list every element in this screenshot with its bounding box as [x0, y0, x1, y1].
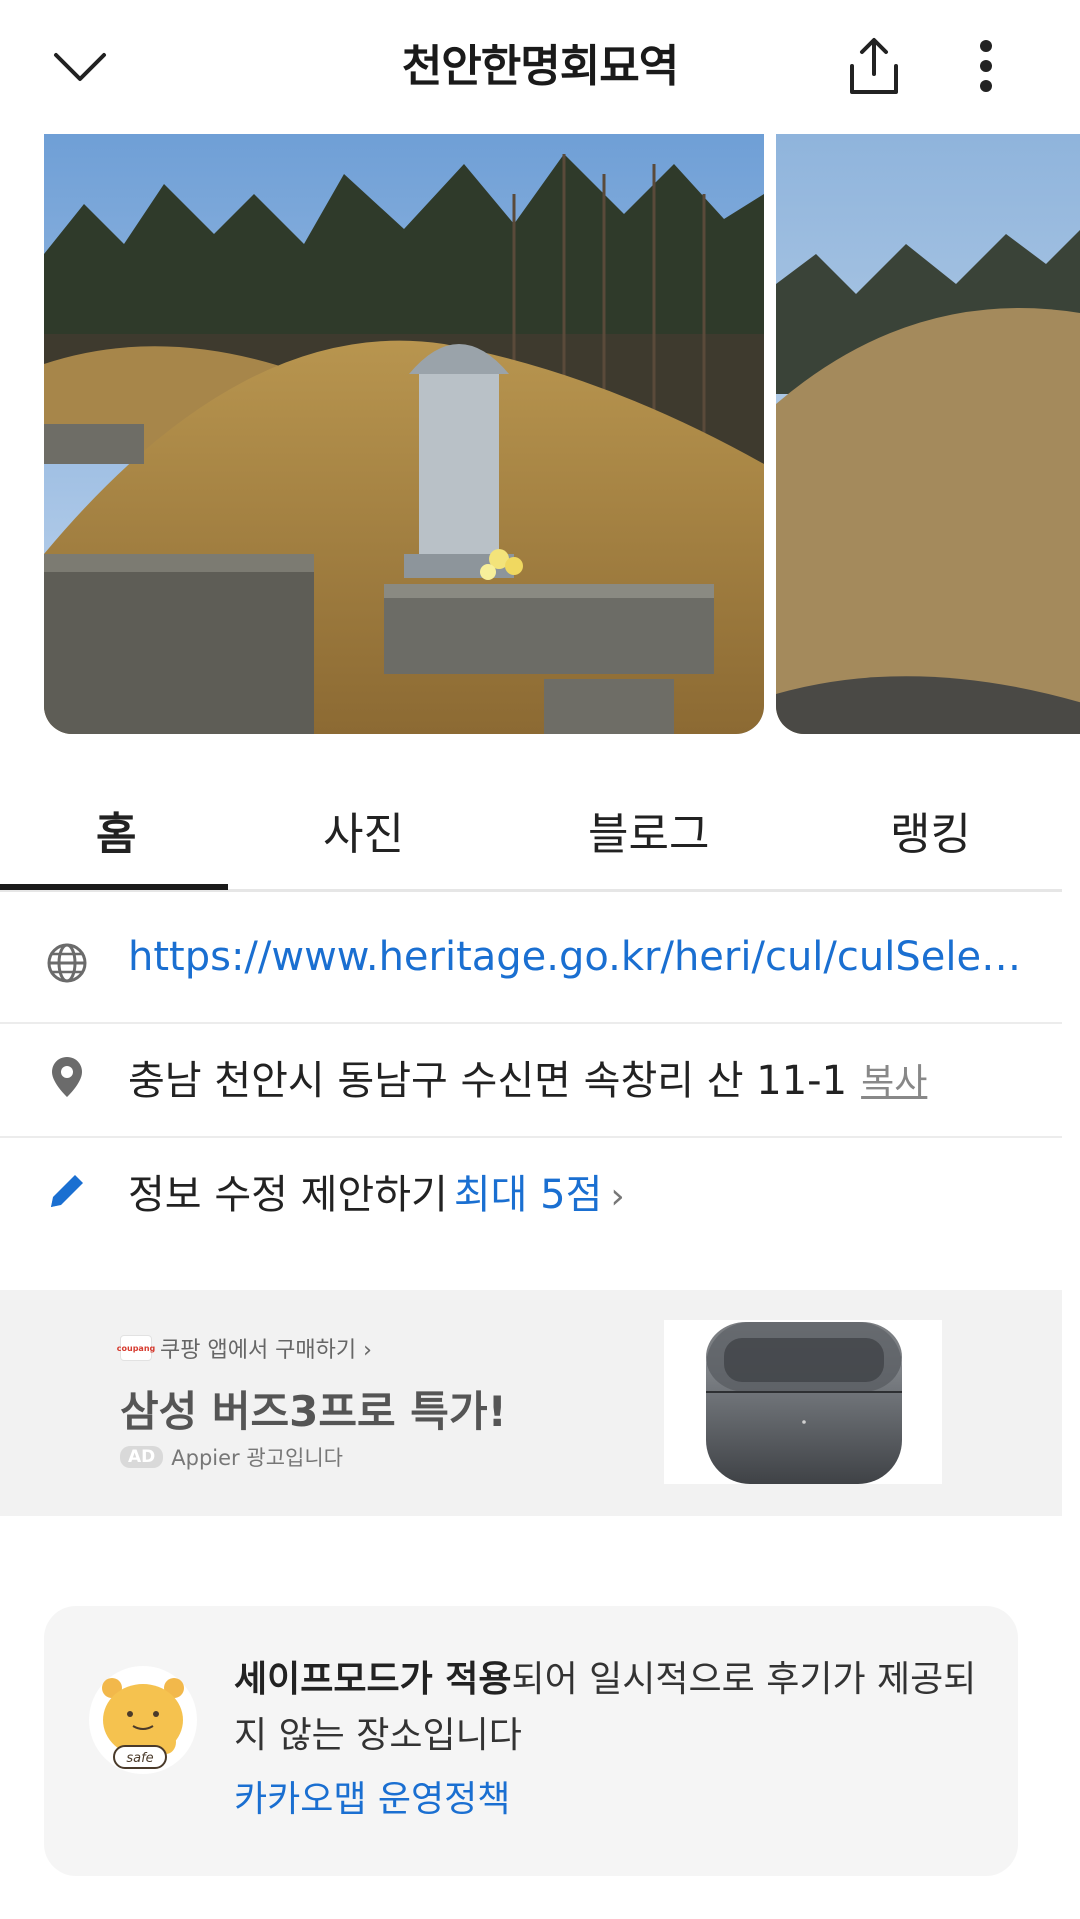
earbuds-case-image: [664, 1320, 942, 1484]
globe-icon: [44, 940, 90, 986]
location-pin-icon: [44, 1054, 90, 1100]
top-app-bar: 천안한명회묘역: [0, 0, 1080, 132]
tab-ranking[interactable]: 랭킹: [890, 798, 971, 862]
kakaomap-policy-link[interactable]: 카카오맵 운영정책: [234, 1770, 510, 1822]
edit-suggestion-text-wrap[interactable]: 정보 수정 제안하기 최대 5점 ›: [128, 1162, 625, 1220]
ad-headline: 삼성 버즈3프로 특가!: [120, 1387, 507, 1436]
ad-source: AD Appier 광고입니다: [120, 1442, 343, 1472]
tab-blog[interactable]: 블로그: [588, 798, 709, 862]
website-row[interactable]: https://www.heritage.go.kr/heri/cul/culS…: [0, 910, 1062, 1024]
place-photo[interactable]: [44, 134, 764, 734]
safe-mode-message: 세이프모드가 적용되어 일시적으로 후기가 제공되지 않는 장소입니다: [234, 1652, 994, 1764]
address-text-wrap: 충남 천안시 동남구 수신면 속창리 산 11-1 복사: [128, 1048, 927, 1106]
tab-bar: 홈 사진 블로그 랭킹: [0, 770, 1062, 892]
ad-banner[interactable]: coupang 쿠팡 앱에서 구매하기 › 삼성 버즈3프로 특가! AD Ap…: [0, 1290, 1062, 1516]
active-tab-indicator: [0, 884, 228, 890]
ad-badge: AD: [120, 1446, 164, 1468]
tab-photos[interactable]: 사진: [323, 798, 404, 862]
page-title: 천안한명회묘역: [401, 41, 679, 92]
place-photo[interactable]: [776, 134, 1080, 734]
more-vertical-icon[interactable]: [958, 30, 1014, 102]
website-link[interactable]: https://www.heritage.go.kr/heri/cul/culS…: [128, 934, 1028, 980]
safe-mode-notice: safe 세이프모드가 적용되어 일시적으로 후기가 제공되지 않는 장소입니다…: [44, 1606, 1018, 1876]
copy-address-button[interactable]: 복사: [861, 1062, 927, 1103]
pencil-icon: [44, 1168, 90, 1214]
photo-carousel[interactable]: [0, 134, 1080, 734]
edit-suggestion-row[interactable]: 정보 수정 제안하기 최대 5점 ›: [0, 1138, 1062, 1252]
chevron-right-icon: ›: [610, 1176, 625, 1217]
tab-home[interactable]: 홈: [96, 798, 136, 862]
coupang-logo: coupang: [117, 1335, 155, 1361]
safe-mascot-image: safe: [88, 1662, 198, 1782]
address-row: 충남 천안시 동남구 수신면 속창리 산 11-1 복사: [0, 1024, 1062, 1138]
safe-badge-label: safe: [126, 1751, 153, 1766]
ad-brand-text: 쿠팡 앱에서 구매하기 ›: [160, 1338, 372, 1363]
ad-source-text: Appier 광고입니다: [171, 1446, 343, 1470]
safe-mode-bold: 세이프모드가 적용: [234, 1659, 512, 1700]
ad-brand: coupang 쿠팡 앱에서 구매하기 ›: [117, 1332, 372, 1364]
edit-suggestion-label: 정보 수정 제안하기: [128, 1172, 448, 1218]
address-text: 충남 천안시 동남구 수신면 속창리 산 11-1: [128, 1058, 848, 1104]
share-icon[interactable]: [838, 30, 910, 102]
edit-points-label: 최대 5점: [453, 1172, 603, 1218]
